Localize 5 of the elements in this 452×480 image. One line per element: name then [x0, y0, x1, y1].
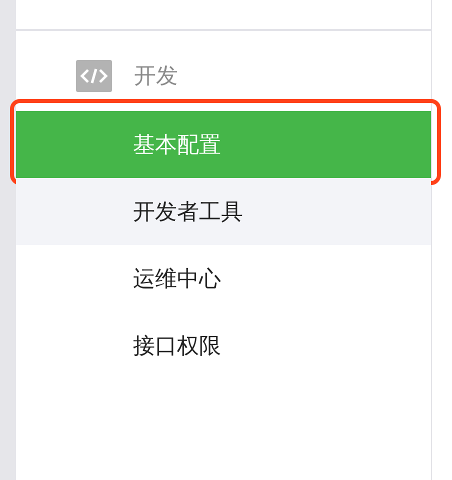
menu-item[interactable]: 开发者工具: [16, 178, 431, 245]
menu-item[interactable]: 接口权限: [16, 312, 431, 379]
code-icon: [76, 60, 112, 92]
section-heading: 开发: [134, 63, 178, 91]
menu-item[interactable]: 运维中心: [16, 245, 431, 312]
